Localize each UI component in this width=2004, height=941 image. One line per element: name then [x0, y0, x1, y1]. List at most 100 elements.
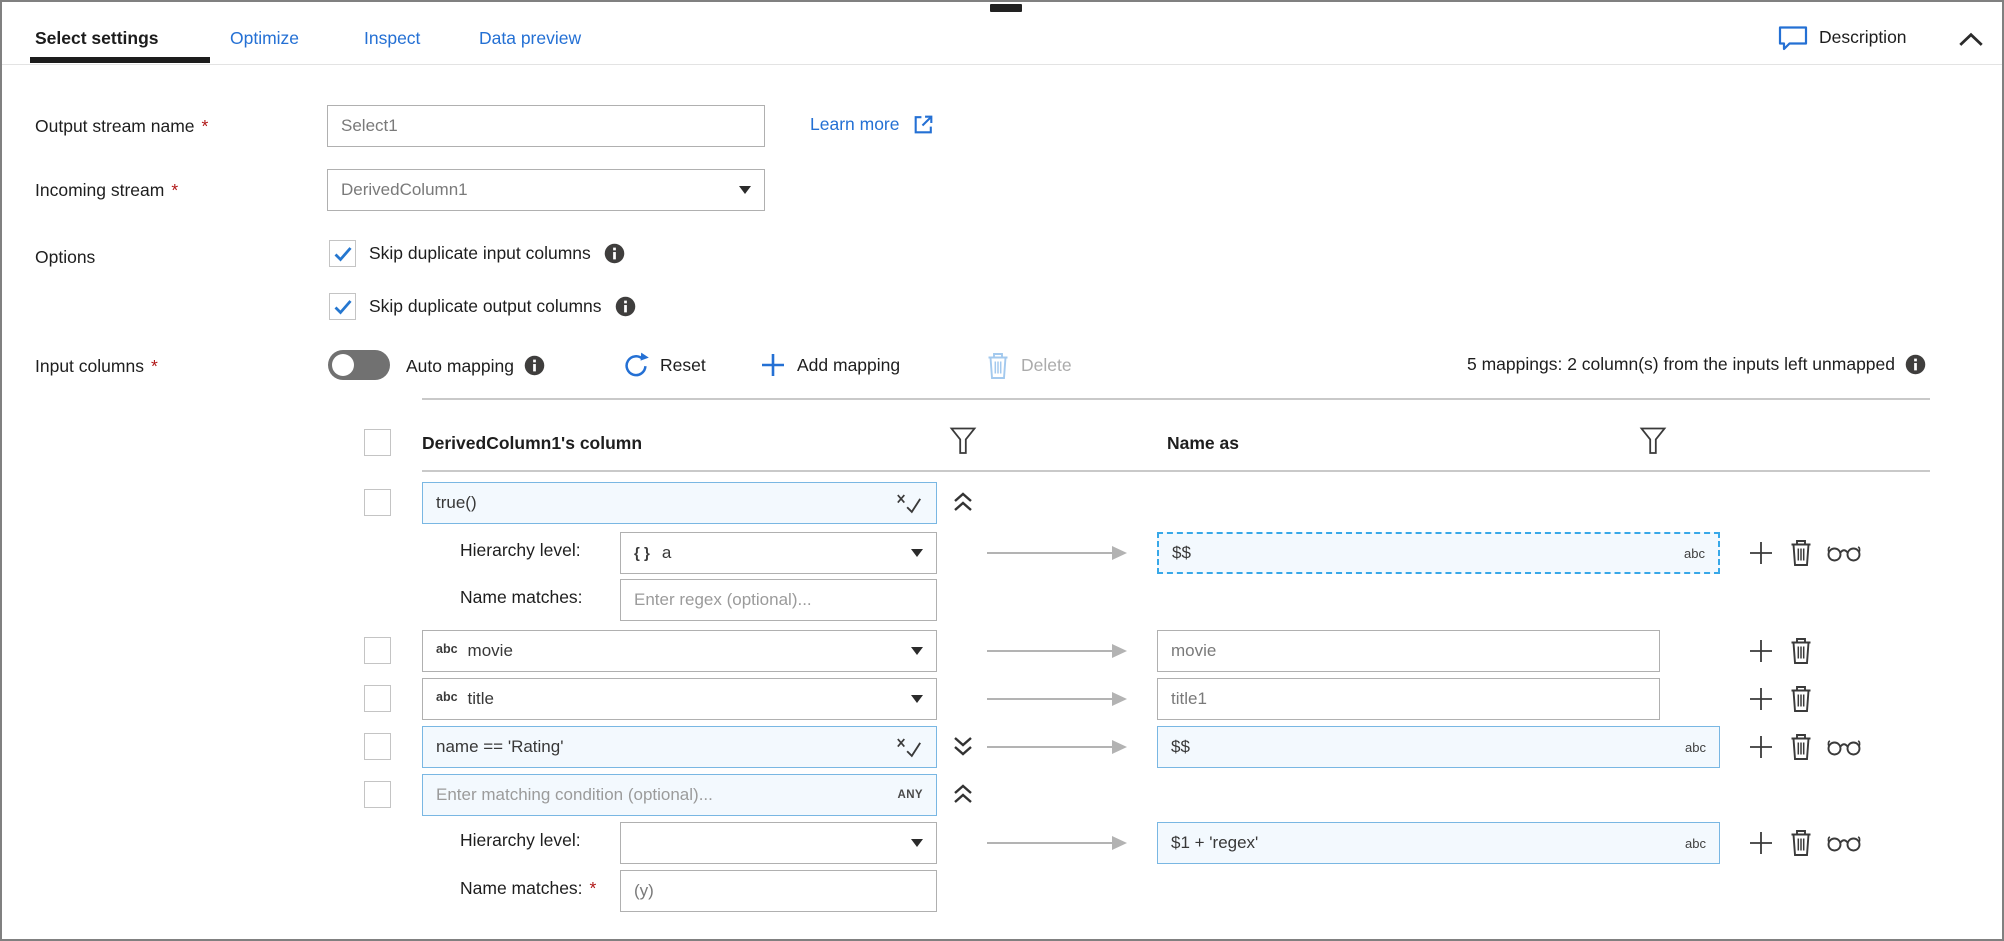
column-header-source: DerivedColumn1's column — [422, 433, 642, 454]
inspect-rule-icon[interactable] — [1826, 833, 1862, 853]
delete-button[interactable]: Delete — [986, 351, 1072, 380]
inspect-rule-icon[interactable] — [1826, 543, 1862, 563]
chevron-down-icon — [739, 186, 751, 194]
checkmark-icon — [333, 245, 353, 263]
tab-inspect[interactable]: Inspect — [364, 28, 420, 49]
input-columns-label: Input columns* — [35, 356, 158, 377]
reset-button[interactable]: Reset — [622, 352, 706, 379]
learn-more-link[interactable]: Learn more — [810, 112, 936, 137]
checkmark-icon — [333, 298, 353, 316]
delete-row-icon[interactable] — [1789, 684, 1813, 713]
incoming-stream-label: Incoming stream* — [35, 180, 178, 201]
hierarchy-level-label: Hierarchy level: — [460, 540, 581, 561]
info-icon[interactable] — [524, 355, 545, 376]
skip-duplicate-input-checkbox[interactable] — [329, 240, 356, 267]
add-row-icon[interactable] — [1748, 686, 1774, 712]
type-abc-badge: abc — [1685, 740, 1706, 755]
plus-icon — [760, 352, 786, 378]
name-as-input[interactable]: movie — [1157, 630, 1660, 672]
row-checkbox[interactable] — [364, 733, 391, 760]
delete-row-icon[interactable] — [1789, 538, 1813, 567]
source-column-dropdown[interactable]: abc movie — [422, 630, 937, 672]
required-asterisk: * — [171, 180, 178, 201]
panel-drag-handle[interactable] — [990, 4, 1022, 12]
mapping-arrow — [987, 688, 1127, 710]
skip-duplicate-input-row: Skip duplicate input columns — [329, 240, 625, 267]
row-checkbox[interactable] — [364, 685, 391, 712]
table-top-divider — [422, 398, 1930, 400]
type-abc-badge: abc — [436, 642, 458, 656]
skip-duplicate-output-row: Skip duplicate output columns — [329, 293, 636, 320]
mapping-summary: 5 mappings: 2 column(s) from the inputs … — [1467, 354, 1926, 375]
tab-data-preview[interactable]: Data preview — [479, 28, 581, 49]
mapping-arrow — [987, 736, 1127, 758]
rule-condition-input[interactable]: true() — [422, 482, 937, 524]
refresh-icon — [622, 352, 649, 379]
collapse-rule-icon[interactable] — [950, 490, 976, 514]
name-as-input[interactable]: $$ abc — [1157, 532, 1720, 574]
required-asterisk: * — [202, 116, 209, 137]
hierarchy-level-label: Hierarchy level: — [460, 830, 581, 851]
skip-duplicate-output-checkbox[interactable] — [329, 293, 356, 320]
expression-builder-icon[interactable] — [895, 735, 923, 760]
tab-select-settings[interactable]: Select settings — [35, 28, 159, 49]
filter-icon[interactable] — [1639, 426, 1667, 456]
type-abc-badge: abc — [1684, 546, 1705, 561]
add-row-icon[interactable] — [1748, 830, 1774, 856]
required-asterisk: * — [590, 878, 597, 899]
info-icon[interactable] — [1905, 354, 1926, 375]
row-checkbox[interactable] — [364, 489, 391, 516]
any-badge: ANY — [898, 789, 923, 801]
output-stream-name-input[interactable]: Select1 — [327, 105, 765, 147]
active-tab-underline — [30, 57, 210, 63]
type-abc-badge: abc — [1685, 836, 1706, 851]
delete-row-icon[interactable] — [1789, 636, 1813, 665]
select-all-checkbox[interactable] — [364, 429, 391, 456]
source-column-dropdown[interactable]: abc title — [422, 678, 937, 720]
mapping-arrow — [987, 832, 1127, 854]
add-row-icon[interactable] — [1748, 638, 1774, 664]
mapping-arrow — [987, 542, 1127, 564]
hierarchy-level-dropdown[interactable]: { } a — [620, 532, 937, 574]
name-as-input[interactable]: $1 + 'regex' abc — [1157, 822, 1720, 864]
inspect-rule-icon[interactable] — [1826, 737, 1862, 757]
required-asterisk: * — [151, 356, 158, 377]
incoming-stream-dropdown[interactable]: DerivedColumn1 — [327, 169, 765, 211]
rule-condition-input[interactable]: Enter matching condition (optional)... A… — [422, 774, 937, 816]
name-matches-input[interactable]: (y) — [620, 870, 937, 912]
expression-builder-icon[interactable] — [895, 491, 923, 516]
chevron-down-icon — [911, 839, 923, 847]
collapse-rule-icon[interactable] — [950, 782, 976, 806]
skip-duplicate-output-label: Skip duplicate output columns — [369, 296, 602, 317]
name-matches-input[interactable]: Enter regex (optional)... — [620, 579, 937, 621]
hierarchy-level-dropdown[interactable] — [620, 822, 937, 864]
table-header-divider — [422, 470, 1930, 472]
options-label: Options — [35, 247, 95, 268]
delete-row-icon[interactable] — [1789, 732, 1813, 761]
skip-duplicate-input-label: Skip duplicate input columns — [369, 243, 591, 264]
auto-mapping-toggle[interactable] — [328, 350, 390, 380]
name-as-input[interactable]: $$ abc — [1157, 726, 1720, 768]
rule-condition-input[interactable]: name == 'Rating' — [422, 726, 937, 768]
collapse-panel-chevron-up-icon[interactable] — [1958, 32, 1984, 47]
column-header-name-as: Name as — [1167, 433, 1239, 454]
row-checkbox[interactable] — [364, 637, 391, 664]
info-icon[interactable] — [604, 243, 625, 264]
select-settings-panel: Select settings Optimize Inspect Data pr… — [0, 0, 2004, 941]
filter-icon[interactable] — [949, 426, 977, 456]
delete-row-icon[interactable] — [1789, 828, 1813, 857]
expand-rule-icon[interactable] — [950, 734, 976, 758]
comment-icon — [1778, 24, 1808, 51]
info-icon[interactable] — [615, 296, 636, 317]
row-checkbox[interactable] — [364, 781, 391, 808]
name-matches-label: Name matches:* — [460, 878, 596, 899]
description-label: Description — [1819, 27, 1907, 48]
toggle-knob — [332, 354, 354, 376]
tab-optimize[interactable]: Optimize — [230, 28, 299, 49]
add-row-icon[interactable] — [1748, 540, 1774, 566]
name-as-input[interactable]: title1 — [1157, 678, 1660, 720]
external-link-icon — [911, 112, 936, 137]
add-row-icon[interactable] — [1748, 734, 1774, 760]
description-button[interactable]: Description — [1778, 24, 1907, 51]
add-mapping-button[interactable]: Add mapping — [760, 352, 900, 378]
